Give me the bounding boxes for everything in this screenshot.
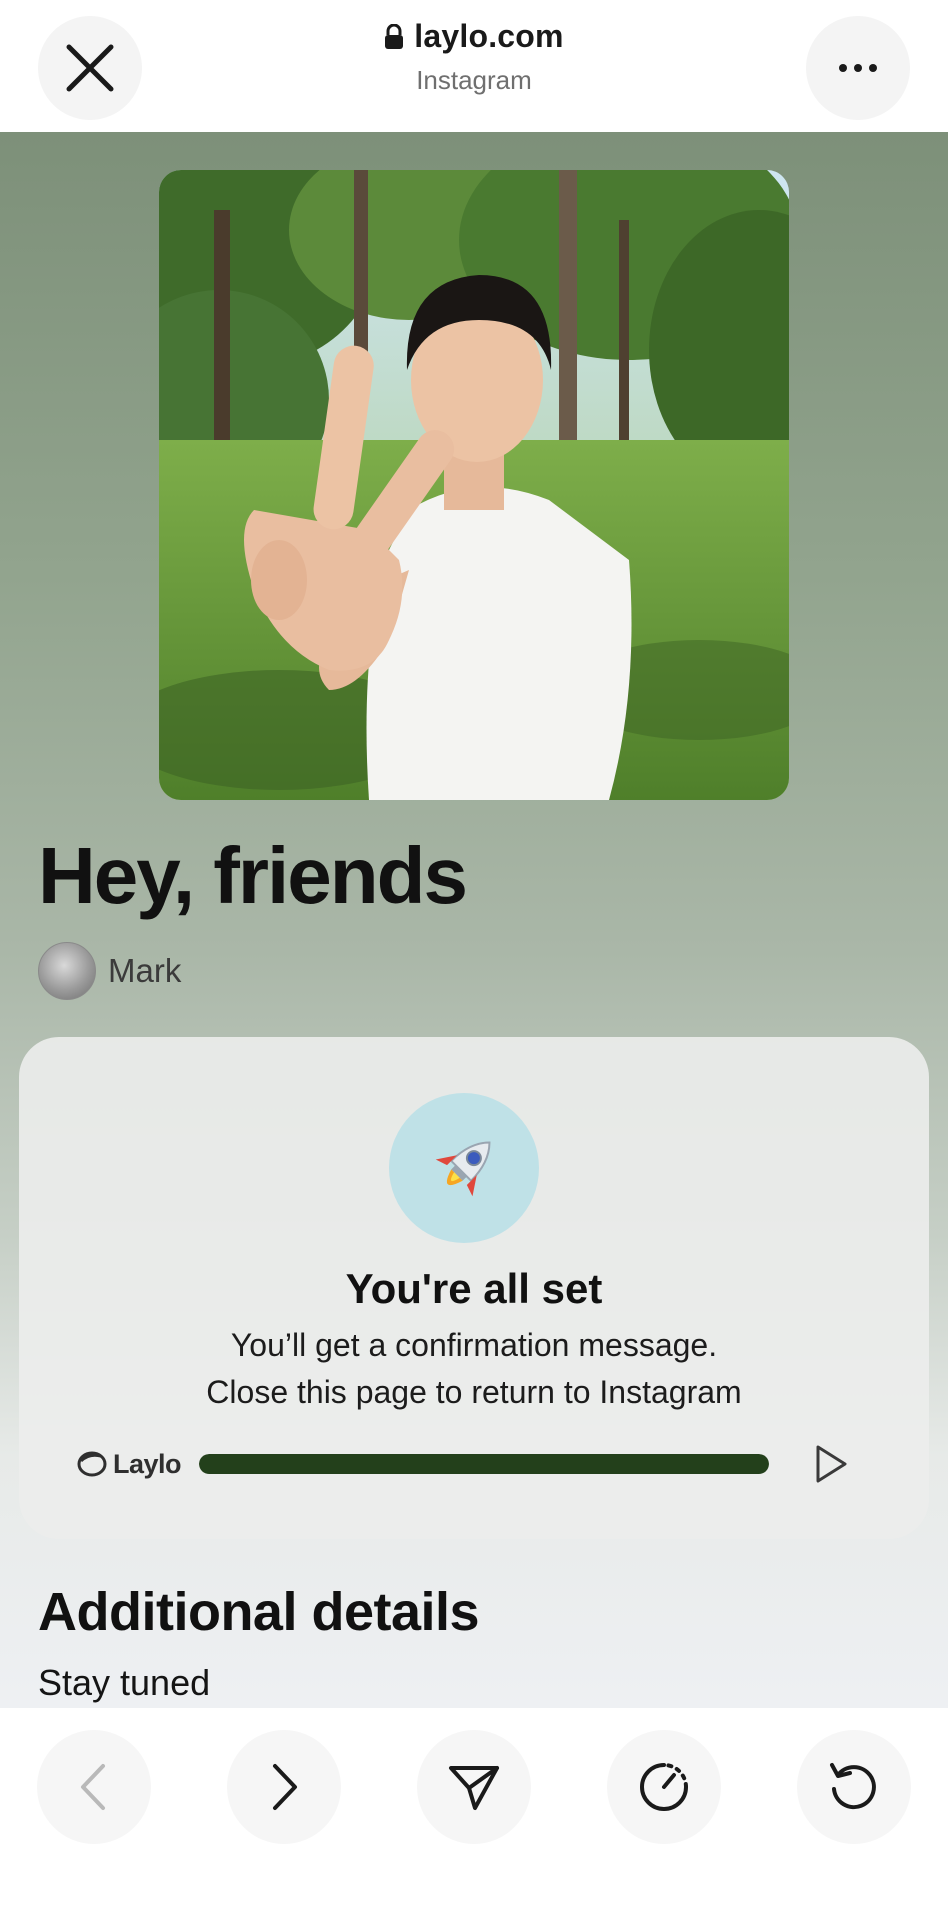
play-icon bbox=[816, 1445, 847, 1483]
rocket-icon bbox=[435, 1141, 491, 1197]
progress-fill bbox=[199, 1454, 770, 1474]
browser-bottom-toolbar bbox=[0, 1708, 948, 1920]
lock-icon bbox=[385, 23, 404, 49]
laylo-logo-icon bbox=[77, 1451, 107, 1477]
details-subtitle: Stay tuned bbox=[38, 1662, 211, 1703]
url-domain: laylo.com bbox=[414, 18, 564, 54]
reload-button[interactable] bbox=[797, 1730, 911, 1844]
address-display[interactable]: laylo.com Instagram bbox=[0, 18, 948, 96]
page-content: Hey, friends Mark You're all set You’ll … bbox=[0, 132, 948, 1708]
forward-button[interactable] bbox=[227, 1730, 341, 1844]
details-title: Additional details bbox=[38, 1582, 480, 1642]
share-icon bbox=[449, 1766, 499, 1810]
back-icon bbox=[81, 1764, 105, 1810]
more-options-button[interactable] bbox=[806, 16, 910, 120]
hero-photo bbox=[159, 170, 789, 800]
confirmation-card: You're all set You’ll get a confirmation… bbox=[19, 1037, 929, 1539]
rocket-badge bbox=[389, 1093, 539, 1243]
speed-icon bbox=[640, 1763, 688, 1811]
laylo-brand: Laylo bbox=[113, 1448, 182, 1479]
post-title: Hey, friends bbox=[38, 831, 468, 920]
more-icon bbox=[839, 64, 877, 72]
card-title: You're all set bbox=[345, 1265, 603, 1312]
speed-button[interactable] bbox=[607, 1730, 721, 1844]
progress-row: Laylo bbox=[75, 1439, 875, 1489]
reload-icon bbox=[830, 1763, 876, 1810]
back-button[interactable] bbox=[37, 1730, 151, 1844]
play-button[interactable] bbox=[811, 1442, 851, 1486]
browser-top-bar: laylo.com Instagram bbox=[0, 0, 948, 132]
laylo-logo: Laylo bbox=[75, 1448, 182, 1480]
forward-icon bbox=[273, 1764, 297, 1810]
card-message-2: Close this page to return to Instagram bbox=[206, 1374, 742, 1410]
progress-bar bbox=[199, 1454, 770, 1474]
card-message-1: You’ll get a confirmation message. bbox=[230, 1327, 718, 1363]
avatar bbox=[38, 942, 96, 1000]
author-name: Mark bbox=[108, 952, 182, 989]
share-button[interactable] bbox=[417, 1730, 531, 1844]
author-row[interactable]: Mark bbox=[38, 942, 181, 1000]
